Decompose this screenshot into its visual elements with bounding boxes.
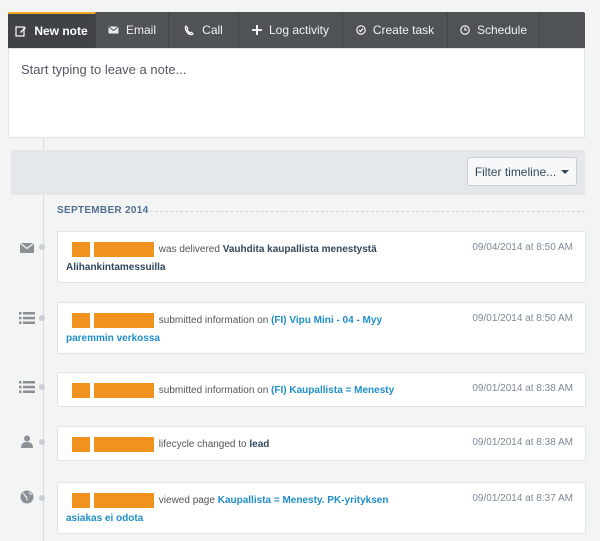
tab-log-activity[interactable]: Log activity (239, 12, 343, 48)
tab-label: Create task (372, 23, 435, 37)
clock-icon (460, 25, 470, 35)
event-action: viewed page (158, 495, 215, 506)
filter-label: Filter timeline... (474, 164, 557, 179)
redacted-block (72, 382, 90, 398)
redacted-block (94, 312, 154, 328)
tab-create-task[interactable]: Create task (343, 12, 448, 48)
form-list-icon (17, 379, 37, 395)
person-icon (17, 433, 37, 449)
tab-call[interactable]: Call (169, 12, 239, 48)
event-action: submitted information on (158, 385, 269, 396)
event-target: lead (249, 439, 270, 450)
event-action: submitted information on (158, 315, 269, 326)
event-line: submitted information on (FI) Kaupallist… (72, 381, 394, 401)
redacted-block (72, 241, 90, 257)
timeline-dot (39, 495, 45, 501)
envelope-icon (17, 240, 37, 256)
tab-label: Schedule (476, 23, 528, 37)
timeline-event-card: was delivered Vauhdita kaupallista menes… (57, 231, 586, 283)
timeline-dot (39, 244, 45, 250)
timeline-dot (39, 315, 45, 321)
tab-label: Email (125, 23, 156, 37)
event-timestamp: 09/01/2014 at 8:37 AM (472, 493, 573, 504)
phone-icon (184, 24, 194, 35)
envelope-icon (108, 26, 119, 34)
event-target-cont: Alihankintamessuilla (66, 262, 166, 273)
event-target-link-cont[interactable]: asiakas ei odota (66, 509, 143, 529)
month-divider (150, 211, 585, 212)
edit-icon (15, 26, 27, 37)
tab-label: New note (34, 24, 88, 38)
tab-new-note[interactable]: New note (8, 12, 96, 48)
event-line: lifecycle changed to lead (72, 435, 269, 455)
plus-icon (251, 25, 262, 35)
event-target: Vauhdita kaupallista menestystä (222, 244, 377, 255)
form-list-icon (17, 310, 37, 326)
timeline-line (43, 138, 44, 541)
check-circle-icon (356, 25, 366, 35)
tab-email[interactable]: Email (96, 12, 169, 48)
event-line: viewed page Kaupallista = Menesty. PK-yr… (72, 491, 388, 511)
activity-tab-bar: New note Email Call Log activity Create … (8, 12, 585, 48)
event-timestamp: 09/04/2014 at 8:50 AM (472, 242, 573, 253)
timeline-dot (39, 384, 45, 390)
tab-schedule[interactable]: Schedule (448, 12, 540, 48)
timeline-dot (39, 439, 45, 445)
event-target-link[interactable]: Kaupallista = Menesty. PK-yrityksen (218, 495, 389, 506)
event-target-link-cont[interactable]: paremmin verkossa (66, 329, 160, 349)
event-action: was delivered (158, 244, 220, 255)
filter-bar: Filter timeline... (11, 150, 585, 195)
month-header: SEPTEMBER 2014 (57, 205, 149, 216)
event-timestamp: 09/01/2014 at 8:38 AM (472, 383, 573, 394)
globe-icon (17, 489, 37, 505)
note-editor[interactable]: Start typing to leave a note... (8, 48, 585, 138)
tab-label: Call (202, 23, 223, 37)
event-target-link[interactable]: (FI) Vipu Mini - 04 - Myy (271, 315, 382, 326)
filter-timeline-button[interactable]: Filter timeline... (467, 157, 577, 186)
redacted-block (94, 241, 154, 257)
event-line: was delivered Vauhdita kaupallista menes… (72, 240, 377, 260)
event-timestamp: 09/01/2014 at 8:50 AM (472, 313, 573, 324)
event-timestamp: 09/01/2014 at 8:38 AM (472, 437, 573, 448)
event-target-link[interactable]: (FI) Kaupallista = Menesty (271, 385, 394, 396)
timeline-event-card: viewed page Kaupallista = Menesty. PK-yr… (57, 482, 586, 534)
timeline-event-card: submitted information on (FI) Vipu Mini … (57, 302, 586, 354)
redacted-block (72, 312, 90, 328)
redacted-block (94, 492, 154, 508)
event-line: submitted information on (FI) Vipu Mini … (72, 311, 382, 331)
redacted-block (72, 436, 90, 452)
note-placeholder: Start typing to leave a note... (21, 62, 187, 77)
timeline-event-card: submitted information on (FI) Kaupallist… (57, 372, 586, 407)
caret-down-icon (561, 169, 570, 174)
redacted-block (94, 436, 154, 452)
tab-label: Log activity (268, 23, 330, 37)
redacted-block (72, 492, 90, 508)
timeline-event-card: lifecycle changed to lead 09/01/2014 at … (57, 426, 586, 461)
event-action: lifecycle changed to (158, 439, 247, 450)
redacted-block (94, 382, 154, 398)
